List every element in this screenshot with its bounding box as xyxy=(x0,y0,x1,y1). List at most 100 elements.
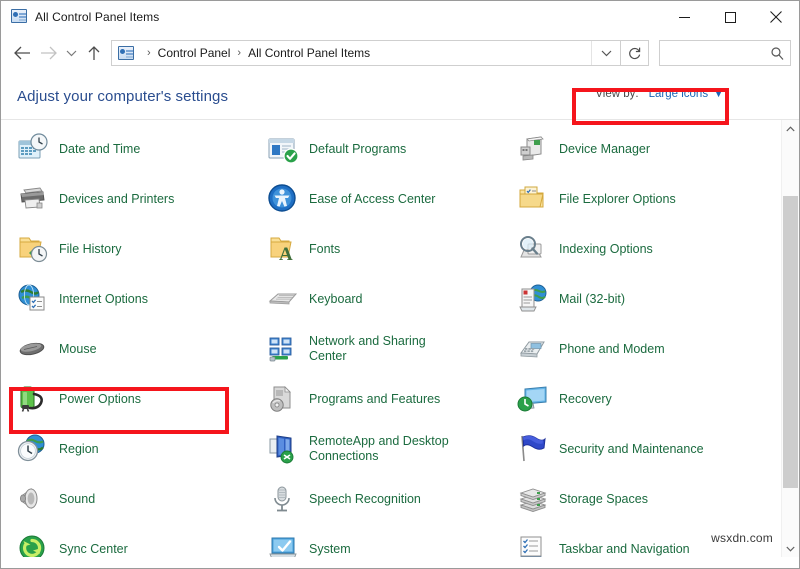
item-label: Security and Maintenance xyxy=(559,442,704,457)
file-history-icon xyxy=(17,233,49,265)
control-panel-item-indexing-options[interactable]: Indexing Options xyxy=(511,224,777,274)
control-panel-item-mouse[interactable]: Mouse xyxy=(11,324,261,374)
item-label: Device Manager xyxy=(559,142,650,157)
search-icon[interactable] xyxy=(764,47,790,60)
minimize-button[interactable] xyxy=(661,1,707,33)
item-label: File History xyxy=(59,242,122,257)
control-panel-item-security-and-maintenance[interactable]: Security and Maintenance xyxy=(511,424,777,474)
phone-and-modem-icon xyxy=(517,333,549,365)
item-label: RemoteApp and Desktop Connections xyxy=(309,434,449,464)
item-label: Programs and Features xyxy=(309,392,440,407)
control-panel-item-speech-recognition[interactable]: Speech Recognition xyxy=(261,474,511,524)
item-label: Sync Center xyxy=(59,542,128,557)
control-panel-item-file-explorer-options[interactable]: File Explorer Options xyxy=(511,174,777,224)
maximize-button[interactable] xyxy=(707,1,753,33)
ease-of-access-icon xyxy=(267,183,299,215)
control-panel-item-devices-and-printers[interactable]: Devices and Printers xyxy=(11,174,261,224)
control-panel-item-file-history[interactable]: File History xyxy=(11,224,261,274)
control-panel-item-phone-and-modem[interactable]: Phone and Modem xyxy=(511,324,777,374)
breadcrumb-separator-2: › xyxy=(237,47,241,59)
taskbar-and-navigation-icon xyxy=(517,533,549,557)
title-bar: All Control Panel Items xyxy=(1,1,799,33)
item-label: Region xyxy=(59,442,99,457)
address-bar: › Control Panel › All Control Panel Item… xyxy=(1,33,799,73)
breadcrumb-item-control-panel[interactable]: Control Panel xyxy=(158,46,231,60)
page-header: Adjust your computer's settings View by:… xyxy=(1,73,799,120)
forward-button[interactable] xyxy=(35,38,61,68)
up-button[interactable] xyxy=(81,38,107,68)
programs-and-features-icon xyxy=(267,383,299,415)
search-box[interactable] xyxy=(659,40,791,66)
control-panel-item-sync-center[interactable]: Sync Center xyxy=(11,524,261,557)
item-label: Network and Sharing Center xyxy=(309,334,449,364)
page-title: Adjust your computer's settings xyxy=(17,88,228,105)
scroll-up-button[interactable] xyxy=(782,120,799,137)
region-icon xyxy=(17,433,49,465)
file-explorer-options-icon xyxy=(517,183,549,215)
breadcrumb-item-all-control-panel-items[interactable]: All Control Panel Items xyxy=(248,46,370,60)
control-panel-item-region[interactable]: Region xyxy=(11,424,261,474)
control-panel-item-ease-of-access-center[interactable]: Ease of Access Center xyxy=(261,174,511,224)
fonts-icon: A xyxy=(267,233,299,265)
item-label: Mail (32-bit) xyxy=(559,292,625,307)
item-label: Date and Time xyxy=(59,142,140,157)
control-panel-items-grid: Date and Time Default Programs xyxy=(1,120,777,557)
breadcrumb[interactable]: › Control Panel › All Control Panel Item… xyxy=(111,40,621,66)
view-by-value[interactable]: Large icons xyxy=(649,88,708,100)
control-panel-item-keyboard[interactable]: Keyboard xyxy=(261,274,511,324)
device-manager-icon xyxy=(517,133,549,165)
chevron-down-icon[interactable]: ▼ xyxy=(714,89,723,99)
control-panel-item-default-programs[interactable]: Default Programs xyxy=(261,124,511,174)
refresh-button[interactable] xyxy=(621,40,649,66)
control-panel-item-remoteapp-and-desktop-connections[interactable]: RemoteApp and Desktop Connections xyxy=(261,424,511,474)
back-button[interactable] xyxy=(9,38,35,68)
control-panel-item-system[interactable]: System xyxy=(261,524,511,557)
control-panel-item-recovery[interactable]: Recovery xyxy=(511,374,777,424)
sound-icon xyxy=(17,483,49,515)
control-panel-item-programs-and-features[interactable]: Programs and Features xyxy=(261,374,511,424)
item-label: Default Programs xyxy=(309,142,406,157)
control-panel-item-mail[interactable]: Mail (32-bit) xyxy=(511,274,777,324)
watermark: wsxdn.com xyxy=(711,531,773,545)
item-label: Devices and Printers xyxy=(59,192,174,207)
control-panel-item-power-options[interactable]: Power Options xyxy=(11,374,261,424)
recovery-icon xyxy=(517,383,549,415)
control-panel-item-fonts[interactable]: A Fonts xyxy=(261,224,511,274)
search-input[interactable] xyxy=(660,45,764,61)
item-label: Taskbar and Navigation xyxy=(559,542,690,557)
breadcrumb-separator-1: › xyxy=(147,47,151,59)
close-button[interactable] xyxy=(753,1,799,33)
item-label: System xyxy=(309,542,351,557)
control-panel-item-device-manager[interactable]: Device Manager xyxy=(511,124,777,174)
indexing-options-icon xyxy=(517,233,549,265)
item-label: Keyboard xyxy=(309,292,363,307)
mail-icon xyxy=(517,283,549,315)
devices-and-printers-icon xyxy=(17,183,49,215)
control-panel-item-internet-options[interactable]: Internet Options xyxy=(11,274,261,324)
power-options-icon xyxy=(17,383,49,415)
keyboard-icon xyxy=(267,283,299,315)
scrollbar-thumb[interactable] xyxy=(783,196,798,488)
control-panel-window: All Control Panel Items xyxy=(0,0,800,569)
control-panel-icon xyxy=(11,9,27,25)
item-label: Ease of Access Center xyxy=(309,192,435,207)
control-panel-item-storage-spaces[interactable]: Storage Spaces xyxy=(511,474,777,524)
control-panel-item-network-and-sharing-center[interactable]: Network and Sharing Center xyxy=(261,324,511,374)
control-panel-item-sound[interactable]: Sound xyxy=(11,474,261,524)
network-sharing-icon xyxy=(267,333,299,365)
internet-options-icon xyxy=(17,283,49,315)
default-programs-icon xyxy=(267,133,299,165)
chevron-down-icon[interactable] xyxy=(591,41,620,65)
item-label: Storage Spaces xyxy=(559,492,648,507)
item-label: Fonts xyxy=(309,242,340,257)
vertical-scrollbar[interactable] xyxy=(781,120,799,557)
window-controls xyxy=(661,1,799,33)
item-label: File Explorer Options xyxy=(559,192,676,207)
recent-locations-button[interactable] xyxy=(61,38,81,68)
scroll-down-button[interactable] xyxy=(782,540,799,557)
item-label: Indexing Options xyxy=(559,242,653,257)
item-label: Power Options xyxy=(59,392,141,407)
item-label: Recovery xyxy=(559,392,612,407)
control-panel-item-date-and-time[interactable]: Date and Time xyxy=(11,124,261,174)
view-by-control[interactable]: View by: Large icons ▼ xyxy=(595,88,723,100)
